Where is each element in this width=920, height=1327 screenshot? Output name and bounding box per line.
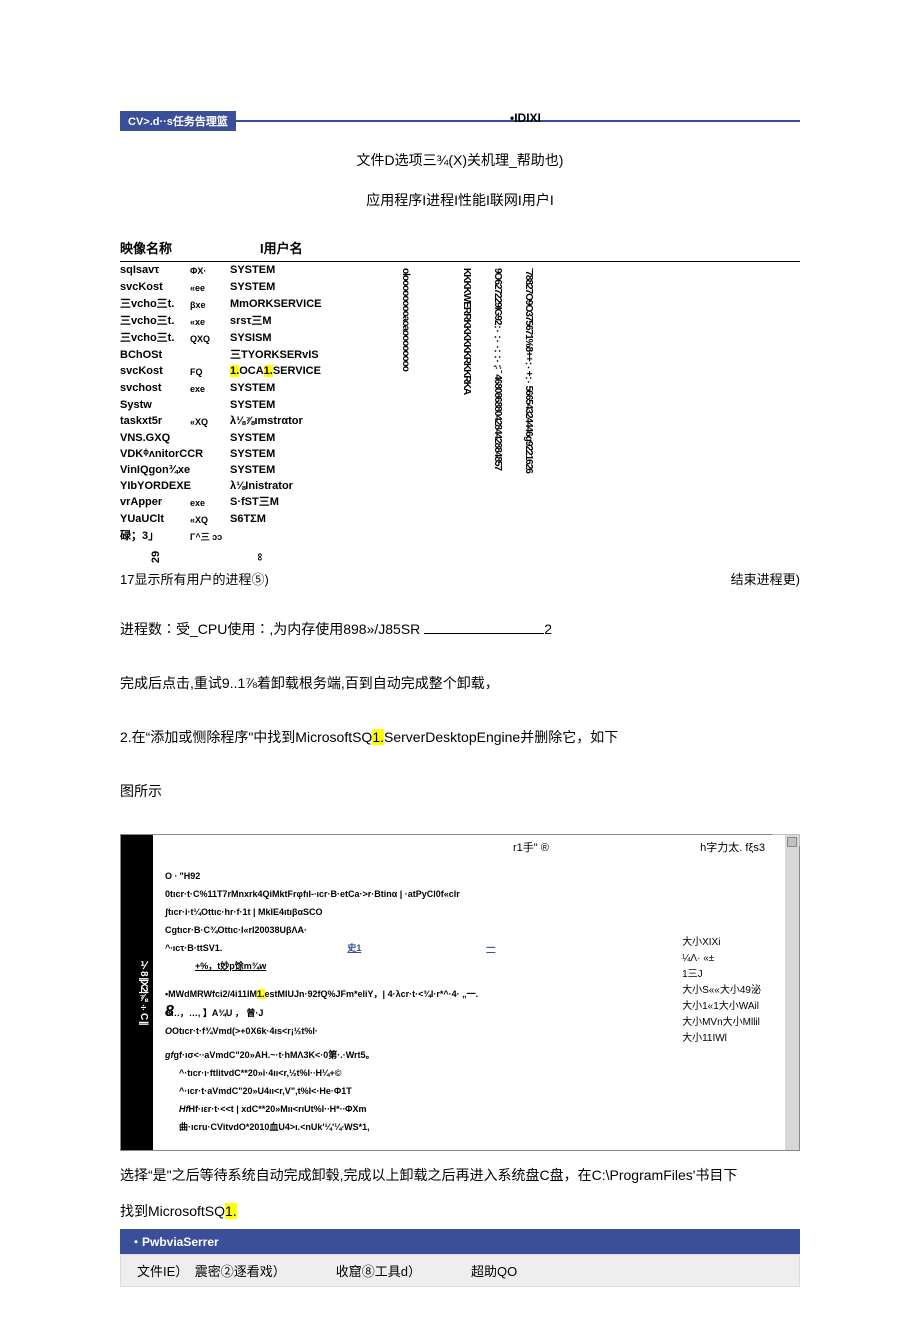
link-shi[interactable]: 史1	[347, 943, 361, 953]
add-remove-screenshot: ˍ □ × ⅟8 ||X2|⅞÷C || r1手" ® h字力太. fξs3 O…	[120, 834, 800, 1151]
table-row[interactable]: svchostexeSYSTEM	[120, 380, 350, 397]
table-row[interactable]: vrApperexeS·fST三M	[120, 494, 350, 511]
table-row[interactable]: 三vcho三t.QXQSYSISM	[120, 330, 350, 347]
num-inf: ∞	[254, 553, 266, 561]
col-header-name: 映像名称	[120, 238, 260, 257]
menu-line: 文件D选项三¾(X)关机理_帮助也)	[120, 150, 800, 170]
menu-item[interactable]: 文件IE） 震密②逐看戏）	[137, 1261, 286, 1280]
table-row[interactable]: svcKost«eeSYSTEM	[120, 279, 350, 296]
blue-title-bar: ・PwbviaSerrer	[120, 1229, 800, 1254]
table-row[interactable]: VDKᶲʌnitorCCRSYSTEM	[120, 446, 350, 462]
col-header-user: I用户名	[260, 238, 400, 257]
vert-col-2: KKKKWERRKKKKKKRKKRKA	[461, 268, 472, 473]
link-dash[interactable]: 一	[486, 943, 495, 953]
menu-item[interactable]: 超助QO	[471, 1261, 517, 1280]
table-row[interactable]: 三vcho三t.«xesrsτ三M	[120, 313, 350, 330]
table-row[interactable]: 碌；3」Γ^三 ɔɔ	[120, 528, 350, 545]
num-29: 29	[150, 551, 162, 563]
title-pill: CV>.d··s任务告理篮	[120, 111, 236, 131]
vert-col-4: ˉ78827O9O375671%8++∵+∵56654324446g922162…	[523, 268, 534, 473]
idixi-label: •IDIXI	[510, 111, 541, 125]
vert-col-1: olooooooooaoaoooooooo	[400, 268, 411, 473]
para-retry: 完成后点击,重试9..1⅞着卸载根务端,百到自动完成整个卸载，	[120, 670, 800, 696]
para-as-shown: 图所示	[120, 778, 800, 804]
table-row[interactable]: svcKostFQ1.OCA1.SERVICE	[120, 363, 350, 380]
ar-top-mid: r1手" ®	[513, 841, 549, 855]
table-row[interactable]: sqIsavτΦX·SYSTEM	[120, 262, 350, 279]
table-row[interactable]: SystwSYSTEM	[120, 397, 350, 413]
tabs-line: 应用程序I进程I性能I联网I用户I	[120, 190, 800, 210]
table-row[interactable]: taskxt5r«XQλ⅛⅞ιmstrαtor	[120, 413, 350, 430]
table-row[interactable]: 三vcho三t.βxeMmORKSERVICE	[120, 296, 350, 313]
table-row[interactable]: VNS.GXQSYSTEM	[120, 430, 350, 446]
para-process-count: 进程数∶受_CPU使用∶,为内存使用898»/J85SR 2	[120, 616, 800, 642]
scrollbar[interactable]	[785, 835, 799, 1150]
ar-top-right: h字力太. fξs3	[700, 841, 765, 855]
vert-col-3: 9O627229IG92∵∵∴∵;∶ ˉ 4680868804284428848…	[492, 268, 503, 473]
table-row[interactable]: VinIQgon¾xeSYSTEM	[120, 462, 350, 478]
para-find-sql: 找到MicrosoftSQ1.	[120, 1199, 800, 1223]
end-process[interactable]: 结束进程更)	[731, 569, 800, 588]
para-after-yes: 选择“是"之后等待系统自动完成卸毂,完成以上卸载之后再进入系统盘C盘，在C:\P…	[120, 1163, 800, 1187]
file-menu[interactable]: 文件IE） 震密②逐看戏） 收窟⑧工具d） 超助QO	[120, 1254, 800, 1287]
nav-strip[interactable]: ⅟8 ||X2|⅞÷C ||	[121, 835, 153, 1150]
table-row[interactable]: YIbYORDEXEλ⅛Inistrator	[120, 478, 350, 494]
para-addremove: 2.在“添加或恻除程序"中找到MicrosoftSQ1.ServerDeskto…	[120, 724, 800, 750]
show-all-users[interactable]: 17显示所有用户的进程⑤)	[120, 569, 269, 588]
table-row[interactable]: BChOSt三TYORKSERvIS	[120, 347, 350, 363]
table-row[interactable]: YUaUClt«XQS6TΣM	[120, 511, 350, 528]
menu-item[interactable]: 收窟⑧工具d）	[336, 1261, 421, 1280]
process-table: 映像名称 I用户名 sqIsavτΦX·SYSTEMsvcKost«eeSYST…	[120, 234, 800, 563]
